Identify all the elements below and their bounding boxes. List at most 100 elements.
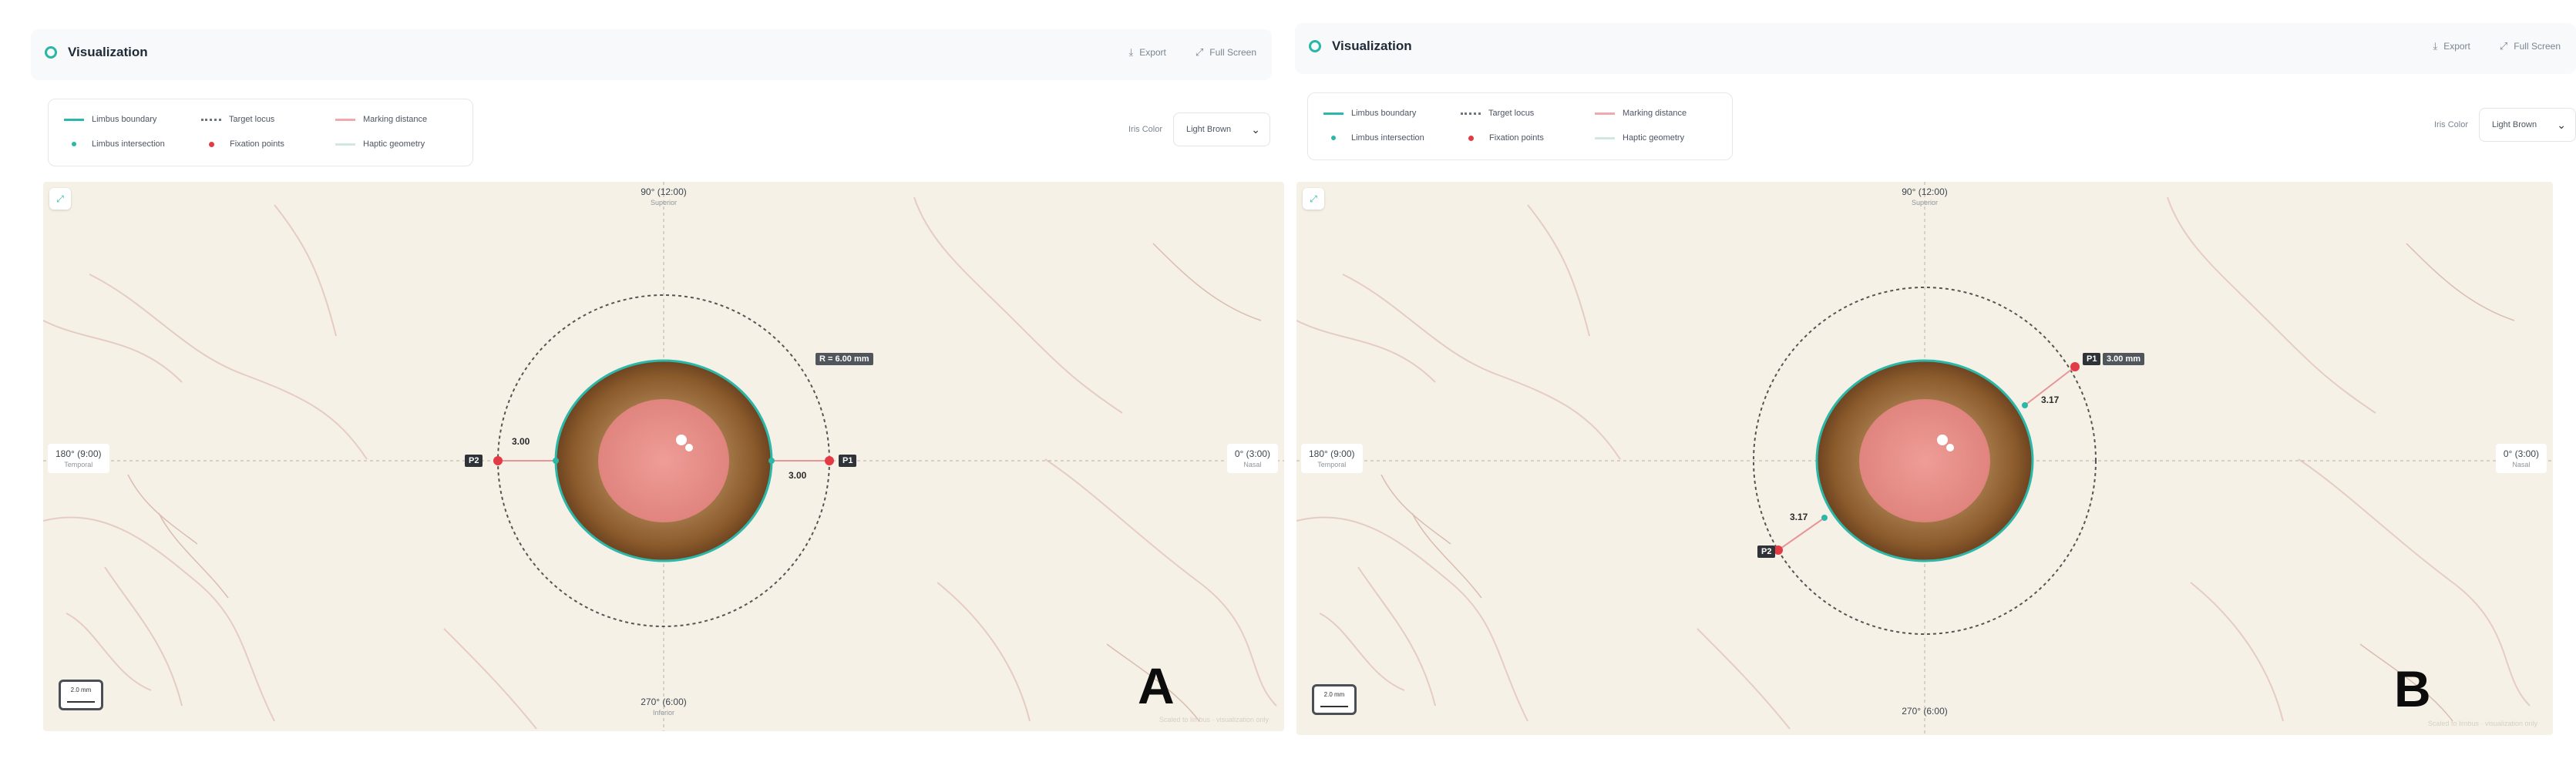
legend-haptic-geometry: Haptic geometry bbox=[363, 139, 425, 149]
distance-right: 3.00 bbox=[789, 470, 807, 481]
iris-color-select[interactable]: Light Brown ⌄ bbox=[1173, 112, 1270, 146]
iris-color-label: Iris Color bbox=[2433, 120, 2468, 129]
panel-letter: B bbox=[2394, 660, 2431, 717]
panel-b: Visualization ⤓ Export ⤢ Full Screen Limbu… bbox=[1295, 0, 2576, 762]
export-icon: ⤓ bbox=[2433, 40, 2438, 52]
axis-right-sub: Nasal bbox=[2512, 461, 2531, 468]
axis-right-label: 0° (3:00) bbox=[2503, 448, 2539, 459]
fullscreen-button[interactable]: ⤢ Full Screen bbox=[1196, 46, 1256, 59]
iris-color-value: Light Brown bbox=[2492, 120, 2537, 129]
viz-header: Visualization ⤓ Export ⤢ Full Screen bbox=[31, 29, 1272, 80]
chevron-down-icon: ⌄ bbox=[1251, 123, 1260, 136]
axis-bottom: 270° (6:00) bbox=[1878, 706, 1971, 718]
axis-left: 180° (9:00) Temporal bbox=[48, 444, 109, 473]
expand-icon[interactable]: ⤢ bbox=[49, 188, 71, 210]
haptic-geometry-swatch bbox=[1595, 136, 1615, 139]
legend-limbus-intersection: Limbus intersection bbox=[1351, 133, 1424, 143]
circle-icon bbox=[45, 46, 57, 59]
axis-bottom-label: 270° (6:00) bbox=[1902, 706, 1948, 717]
p1-distance-tag: 3.00 mm bbox=[2103, 353, 2145, 365]
legend-fixation-points: Fixation points bbox=[1489, 133, 1544, 143]
watermark: Scaled to limbus · visualization only bbox=[1159, 716, 1269, 723]
radius-tag: R = 6.00 mm bbox=[816, 353, 873, 365]
distance-left: 3.00 bbox=[512, 436, 530, 447]
axis-top-label: 90° (12:00) bbox=[1902, 186, 1948, 197]
fullscreen-icon: ⤢ bbox=[1195, 46, 1204, 58]
export-icon: ⤓ bbox=[1128, 46, 1134, 58]
export-button[interactable]: ⤓ Export bbox=[1128, 46, 1165, 59]
fullscreen-icon: ⤢ bbox=[2499, 40, 2508, 52]
haptic-geometry-swatch bbox=[335, 143, 355, 146]
axis-left-label: 180° (9:00) bbox=[55, 448, 102, 459]
p1-tag: P1 bbox=[2083, 353, 2101, 365]
axis-top: 90° (12:00) Superior bbox=[1878, 186, 1971, 206]
vessel-background bbox=[1296, 182, 2553, 735]
viz-header: Visualization ⤓ Export ⤢ Full Screen bbox=[1295, 23, 2576, 74]
axis-left: 180° (9:00) Temporal bbox=[1301, 444, 1363, 473]
fullscreen-label: Full Screen bbox=[1209, 47, 1256, 58]
fixation-points-swatch bbox=[209, 141, 214, 147]
target-locus-swatch bbox=[1461, 112, 1481, 115]
page-title: Visualization bbox=[1332, 39, 1412, 53]
legend-target-locus: Target locus bbox=[1488, 109, 1535, 118]
iris-color-control: Iris Color Light Brown ⌄ bbox=[1128, 112, 1270, 146]
watermark: Scaled to limbus · visualization only bbox=[2427, 720, 2537, 727]
export-button[interactable]: ⤓ Export bbox=[2433, 40, 2470, 52]
axis-left-sub: Temporal bbox=[64, 461, 93, 468]
axis-top-sub: Superior bbox=[650, 199, 678, 206]
axis-right-sub: Nasal bbox=[1243, 461, 1262, 468]
axis-left-label: 180° (9:00) bbox=[1309, 448, 1355, 459]
fullscreen-button[interactable]: ⤢ Full Screen bbox=[2500, 40, 2561, 52]
iris-color-value: Light Brown bbox=[1186, 125, 1232, 134]
axis-top-sub: Superior bbox=[1911, 199, 1939, 206]
limbus-intersection-swatch bbox=[1331, 136, 1336, 140]
iris-color-select[interactable]: Light Brown ⌄ bbox=[2479, 108, 2576, 142]
axis-right: 0° (3:00) Nasal bbox=[2495, 444, 2547, 473]
axis-left-sub: Temporal bbox=[1317, 461, 1347, 468]
visualization-canvas[interactable]: ⤢ 90° (12:00) Superior 180° (9:00) Tempo… bbox=[43, 182, 1284, 731]
axis-top-label: 90° (12:00) bbox=[641, 186, 687, 197]
legend: Limbus boundary Target locus Marking dis… bbox=[48, 99, 473, 166]
export-label: Export bbox=[2443, 41, 2470, 52]
p1-tag: P1 bbox=[839, 455, 857, 467]
p1-label: P1 bbox=[2087, 354, 2097, 364]
legend-marking-distance: Marking distance bbox=[363, 115, 428, 124]
distance-lower: 3.17 bbox=[1790, 512, 1808, 522]
iris-color-control: Iris Color Light Brown ⌄ bbox=[2434, 108, 2576, 142]
legend-limbus-boundary: Limbus boundary bbox=[1351, 109, 1417, 118]
page-title: Visualization bbox=[68, 45, 148, 59]
legend-limbus-intersection: Limbus intersection bbox=[92, 139, 165, 149]
circle-icon bbox=[1309, 40, 1321, 52]
axis-right: 0° (3:00) Nasal bbox=[1226, 444, 1278, 473]
fixation-points-swatch bbox=[1468, 135, 1474, 141]
legend-target-locus: Target locus bbox=[229, 115, 275, 124]
p2-tag: P2 bbox=[465, 455, 483, 467]
scale-bar: 2.0 mm bbox=[59, 680, 103, 710]
limbus-intersection-swatch bbox=[72, 142, 76, 146]
axis-bottom: 270° (6:00) Inferior bbox=[617, 697, 710, 717]
vessel-background bbox=[43, 182, 1284, 731]
legend-marking-distance: Marking distance bbox=[1623, 109, 1687, 118]
chevron-down-icon: ⌄ bbox=[2557, 118, 2566, 131]
legend: Limbus boundary Target locus Marking dis… bbox=[1307, 92, 1733, 160]
target-locus-swatch bbox=[201, 118, 221, 121]
panel-letter: A bbox=[1138, 657, 1175, 714]
legend-limbus-boundary: Limbus boundary bbox=[92, 115, 157, 124]
scale-bar: 2.0 mm bbox=[1312, 684, 1357, 715]
p2-tag: P2 bbox=[1757, 545, 1776, 558]
marking-distance-swatch bbox=[1595, 112, 1615, 115]
visualization-canvas[interactable]: ⤢ 90° (12:00) Superior 180° (9:00) Tempo… bbox=[1296, 182, 2553, 735]
legend-fixation-points: Fixation points bbox=[230, 139, 284, 149]
limbus-boundary-swatch bbox=[1323, 112, 1343, 115]
distance-upper: 3.17 bbox=[2041, 394, 2060, 405]
expand-icon[interactable]: ⤢ bbox=[1303, 188, 1324, 210]
marking-distance-swatch bbox=[335, 118, 355, 121]
axis-right-label: 0° (3:00) bbox=[1234, 448, 1270, 459]
panel-a: Visualization ⤓ Export ⤢ Full Screen Limbu… bbox=[0, 0, 1284, 762]
axis-top: 90° (12:00) Superior bbox=[617, 186, 710, 206]
iris-color-label: Iris Color bbox=[1128, 125, 1162, 134]
export-label: Export bbox=[1139, 47, 1166, 58]
axis-bottom-sub: Inferior bbox=[652, 709, 674, 717]
legend-haptic-geometry: Haptic geometry bbox=[1623, 133, 1685, 143]
axis-bottom-label: 270° (6:00) bbox=[641, 697, 687, 707]
